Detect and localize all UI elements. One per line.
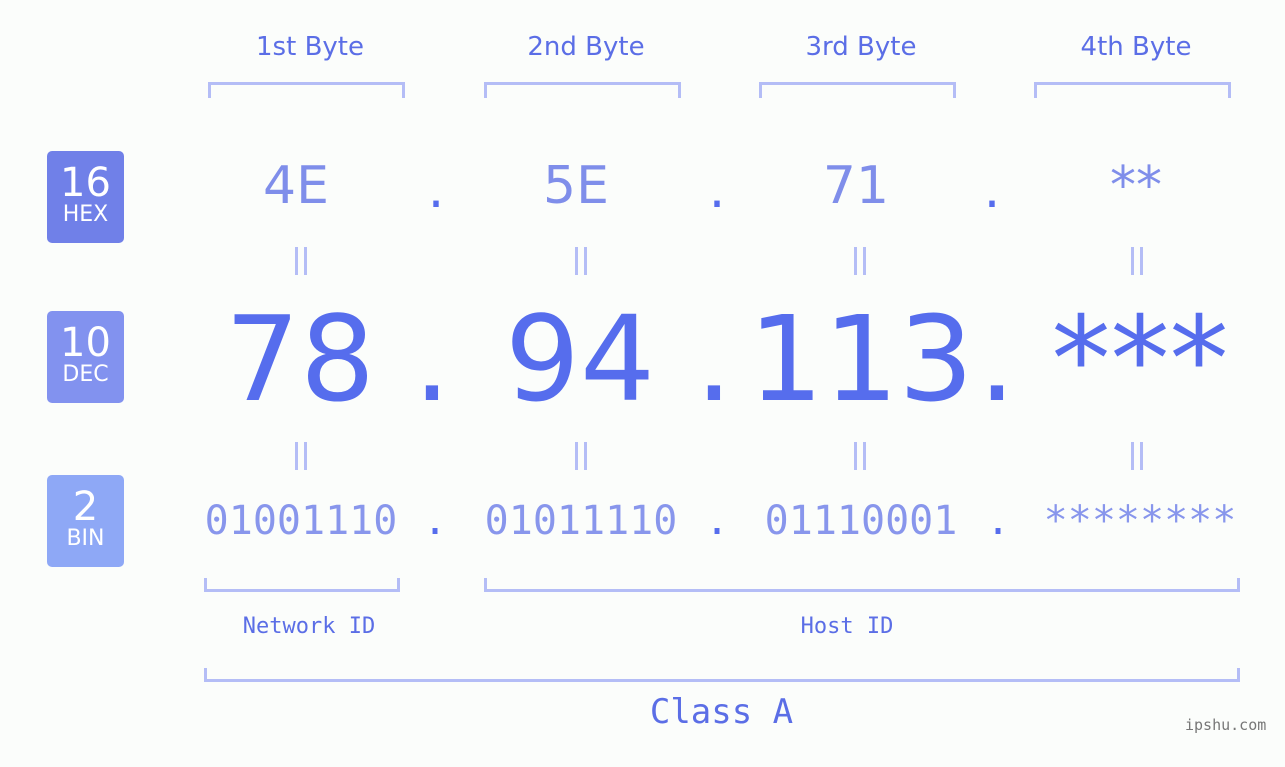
hex-badge: 16 HEX	[47, 151, 124, 243]
dec-byte-3: 113	[748, 290, 974, 428]
equals-sign	[850, 247, 870, 275]
hex-byte-1: 4E	[263, 156, 329, 216]
byte-title-4: 4th Byte	[1080, 32, 1192, 62]
bin-byte-3: 01110001	[764, 498, 958, 544]
bin-base-number: 2	[72, 484, 99, 530]
bin-dot-1: .	[422, 498, 448, 544]
dec-byte-2: 94	[504, 290, 656, 428]
dec-base-number: 10	[60, 320, 111, 366]
bin-dot-2: .	[704, 498, 730, 544]
equals-sign	[1127, 247, 1147, 275]
class-bracket	[204, 668, 1240, 682]
byte-title-1: 1st Byte	[256, 32, 364, 62]
bin-byte-2: 01011110	[484, 498, 678, 544]
host-id-label: Host ID	[800, 614, 894, 639]
hex-dot-1: .	[427, 160, 445, 220]
dec-dot-3: .	[978, 290, 1016, 428]
hex-dot-3: .	[983, 160, 1001, 220]
bin-byte-4: ********	[1043, 498, 1237, 544]
byte-bracket-2	[484, 82, 681, 98]
dec-badge: 10 DEC	[47, 311, 124, 403]
bin-dot-3: .	[985, 498, 1011, 544]
equals-sign	[1127, 442, 1147, 470]
hex-base-label: HEX	[62, 202, 109, 227]
dec-byte-1: 78	[224, 290, 376, 428]
dec-byte-4: ***	[1051, 290, 1229, 428]
network-id-bracket	[204, 578, 400, 592]
byte-title-3: 3rd Byte	[805, 32, 917, 62]
bin-base-label: BIN	[66, 526, 105, 551]
hex-byte-2: 5E	[543, 156, 609, 216]
host-id-bracket	[484, 578, 1240, 592]
bin-badge: 2 BIN	[47, 475, 124, 567]
dec-dot-2: .	[695, 290, 733, 428]
byte-bracket-4	[1034, 82, 1231, 98]
byte-title-2: 2nd Byte	[527, 32, 645, 62]
watermark: ipshu.com	[1185, 716, 1267, 734]
equals-sign	[571, 247, 591, 275]
equals-sign	[291, 442, 311, 470]
byte-bracket-3	[759, 82, 956, 98]
hex-byte-3: 71	[822, 156, 890, 216]
hex-dot-2: .	[708, 160, 726, 220]
hex-base-number: 16	[60, 160, 111, 206]
class-label: Class A	[649, 692, 794, 732]
equals-sign	[850, 442, 870, 470]
hex-byte-4: **	[1110, 156, 1162, 216]
dec-dot-1: .	[413, 290, 451, 428]
byte-bracket-1	[208, 82, 405, 98]
equals-sign	[571, 442, 591, 470]
bin-byte-1: 01001110	[204, 498, 398, 544]
equals-sign	[291, 247, 311, 275]
dec-base-label: DEC	[62, 362, 109, 387]
network-id-label: Network ID	[242, 614, 376, 639]
